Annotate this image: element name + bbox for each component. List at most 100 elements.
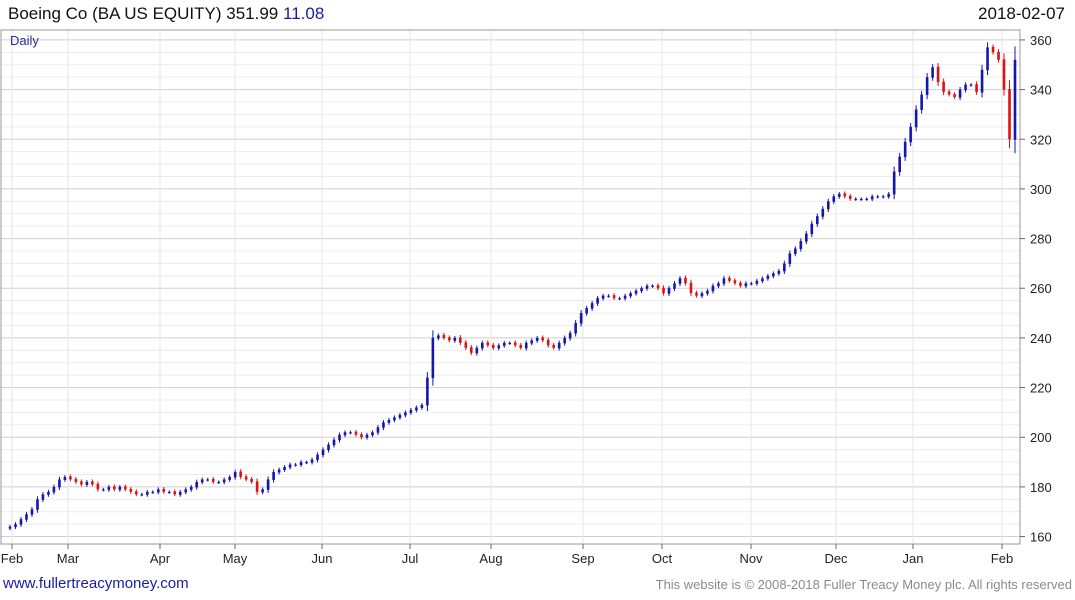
candle-body bbox=[706, 290, 709, 294]
candle bbox=[1002, 53, 1006, 96]
candle-body bbox=[810, 223, 814, 235]
candle bbox=[464, 340, 468, 351]
candle-body bbox=[563, 337, 566, 344]
candle bbox=[881, 194, 885, 199]
candle-body bbox=[8, 526, 12, 529]
candle-body bbox=[975, 84, 978, 93]
candle-body bbox=[217, 481, 220, 484]
candle bbox=[986, 42, 989, 76]
candle bbox=[821, 206, 825, 220]
candle bbox=[140, 492, 144, 497]
candle bbox=[266, 476, 270, 493]
candle-body bbox=[986, 47, 989, 71]
candle-body bbox=[826, 201, 830, 210]
candle-body bbox=[222, 479, 226, 483]
candle-body bbox=[206, 479, 210, 481]
site-link[interactable]: www.fullertreacymoney.com bbox=[3, 575, 189, 592]
candle bbox=[233, 469, 237, 480]
candle-body bbox=[387, 419, 391, 423]
candle-body bbox=[530, 340, 534, 344]
candle bbox=[96, 481, 100, 492]
y-tick-label: 340 bbox=[1030, 83, 1052, 98]
candle-body bbox=[30, 509, 34, 515]
candle-body bbox=[480, 342, 484, 349]
candle-body bbox=[881, 196, 885, 198]
candle bbox=[426, 371, 429, 412]
candle bbox=[135, 489, 138, 497]
candle bbox=[475, 345, 479, 356]
candle-body bbox=[102, 489, 105, 491]
candle bbox=[58, 476, 61, 491]
candle bbox=[744, 281, 748, 289]
candle-body bbox=[766, 275, 770, 279]
candle bbox=[777, 268, 781, 276]
candle bbox=[623, 293, 627, 301]
candle-body bbox=[475, 347, 479, 354]
candle bbox=[629, 291, 632, 299]
plot-frame bbox=[0, 29, 1021, 545]
candle bbox=[876, 194, 880, 199]
candle-body bbox=[173, 491, 177, 495]
candle-body bbox=[991, 46, 995, 53]
candle bbox=[41, 492, 45, 503]
candle bbox=[596, 295, 599, 306]
candle-body bbox=[239, 471, 242, 477]
candle bbox=[299, 460, 303, 467]
candle-body bbox=[393, 417, 396, 421]
candle bbox=[107, 484, 111, 492]
candle bbox=[761, 276, 764, 284]
candle-body bbox=[667, 288, 671, 294]
candle-body bbox=[470, 347, 473, 353]
candle-body bbox=[848, 195, 852, 199]
candle-body bbox=[437, 335, 440, 339]
candle-body bbox=[585, 308, 588, 314]
x-tick-label: Dec bbox=[824, 551, 848, 566]
candle-body bbox=[859, 198, 863, 201]
candle bbox=[837, 191, 841, 199]
candle bbox=[145, 489, 149, 497]
candle-body bbox=[415, 407, 418, 411]
candle bbox=[722, 275, 726, 287]
candle bbox=[272, 469, 275, 483]
candle bbox=[332, 437, 336, 448]
candle-body bbox=[887, 193, 890, 197]
candle bbox=[178, 489, 182, 497]
x-tick-label: Jul bbox=[402, 551, 419, 566]
candle-body bbox=[568, 332, 572, 339]
candle-body bbox=[552, 344, 555, 348]
candle bbox=[415, 405, 418, 413]
candle-body bbox=[969, 84, 973, 86]
candle-body bbox=[678, 278, 682, 284]
candle-body bbox=[947, 91, 951, 95]
candle-body bbox=[255, 481, 259, 492]
candle-body bbox=[964, 84, 967, 91]
candle bbox=[261, 487, 264, 495]
candle-body bbox=[925, 77, 929, 96]
candle bbox=[244, 474, 248, 482]
candle bbox=[47, 489, 50, 497]
candle-body bbox=[728, 277, 731, 281]
candle-body bbox=[200, 479, 204, 483]
candle-body bbox=[695, 292, 698, 296]
candle-body bbox=[294, 464, 297, 466]
candle bbox=[250, 477, 253, 484]
candle-body bbox=[546, 339, 550, 346]
candle bbox=[173, 489, 177, 497]
candle-body bbox=[135, 491, 138, 495]
candle bbox=[667, 285, 671, 297]
candle bbox=[579, 310, 583, 327]
candle bbox=[19, 516, 23, 527]
candle-body bbox=[524, 342, 528, 349]
candle bbox=[783, 260, 786, 275]
candle-body bbox=[629, 293, 632, 297]
candle bbox=[124, 484, 127, 492]
candle bbox=[557, 340, 561, 351]
candle-body bbox=[574, 323, 577, 334]
candle bbox=[805, 230, 808, 245]
candle bbox=[618, 296, 621, 301]
candle-body bbox=[272, 471, 275, 480]
candle-body bbox=[645, 285, 649, 289]
candle bbox=[431, 330, 435, 386]
candle bbox=[870, 194, 874, 202]
candle bbox=[892, 166, 896, 200]
